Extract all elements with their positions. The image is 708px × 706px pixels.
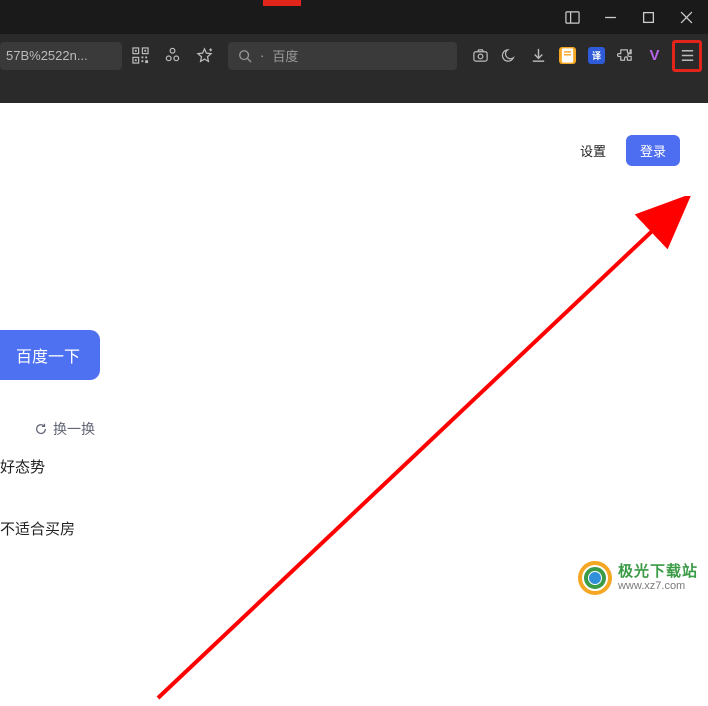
watermark-title: 极光下载站 bbox=[618, 564, 698, 581]
extension-icon[interactable] bbox=[612, 42, 639, 70]
refresh-icon bbox=[34, 422, 48, 436]
window-titlebar bbox=[0, 0, 708, 34]
night-mode-icon[interactable] bbox=[496, 42, 523, 70]
panel-toggle-button[interactable] bbox=[554, 3, 590, 31]
v-extension-icon[interactable]: V bbox=[641, 42, 668, 70]
watermark-logo bbox=[578, 561, 612, 595]
note-icon[interactable] bbox=[554, 42, 581, 70]
titlebar-accent bbox=[263, 0, 301, 6]
maximize-button[interactable] bbox=[630, 3, 666, 31]
search-icon bbox=[238, 49, 252, 63]
refresh-link[interactable]: 换一换 bbox=[34, 419, 95, 439]
baidu-search-button[interactable]: 百度一下 bbox=[0, 330, 100, 380]
login-button[interactable]: 登录 bbox=[626, 135, 680, 166]
watermark-url: www.xz7.com bbox=[618, 580, 698, 592]
refresh-label: 换一换 bbox=[53, 419, 95, 439]
watermark: 极光下载站 www.xz7.com bbox=[578, 561, 698, 595]
minimize-button[interactable] bbox=[592, 3, 628, 31]
search-placeholder: 百度 bbox=[272, 46, 298, 65]
translate-icon[interactable]: 译 bbox=[583, 42, 610, 70]
settings-link[interactable]: 设置 bbox=[580, 141, 606, 160]
hot-topic-2[interactable]: 不适合买房 bbox=[0, 518, 75, 539]
close-button[interactable] bbox=[668, 3, 704, 31]
bookmark-bar bbox=[0, 77, 708, 103]
download-icon[interactable] bbox=[525, 42, 552, 70]
url-text: 57B%2522n... bbox=[6, 48, 88, 63]
page-content: 设置 登录 百度一下 换一换 好态势 不适合买房 极光下载站 www.xz7.c… bbox=[0, 103, 708, 603]
menu-button[interactable] bbox=[676, 44, 698, 68]
screenshot-icon[interactable] bbox=[467, 42, 494, 70]
address-bar[interactable]: 57B%2522n... bbox=[0, 42, 122, 70]
qr-code-icon[interactable] bbox=[126, 42, 154, 70]
favorite-icon[interactable] bbox=[190, 42, 218, 70]
addons-icon[interactable] bbox=[158, 42, 186, 70]
menu-button-highlight bbox=[672, 40, 702, 72]
search-bar[interactable]: · 百度 bbox=[228, 42, 457, 70]
browser-toolbar: 57B%2522n... · 百度 译 bbox=[0, 34, 708, 77]
page-top-nav: 设置 登录 bbox=[580, 135, 680, 166]
annotation-arrow bbox=[138, 196, 708, 706]
hot-topic-1[interactable]: 好态势 bbox=[0, 456, 45, 477]
